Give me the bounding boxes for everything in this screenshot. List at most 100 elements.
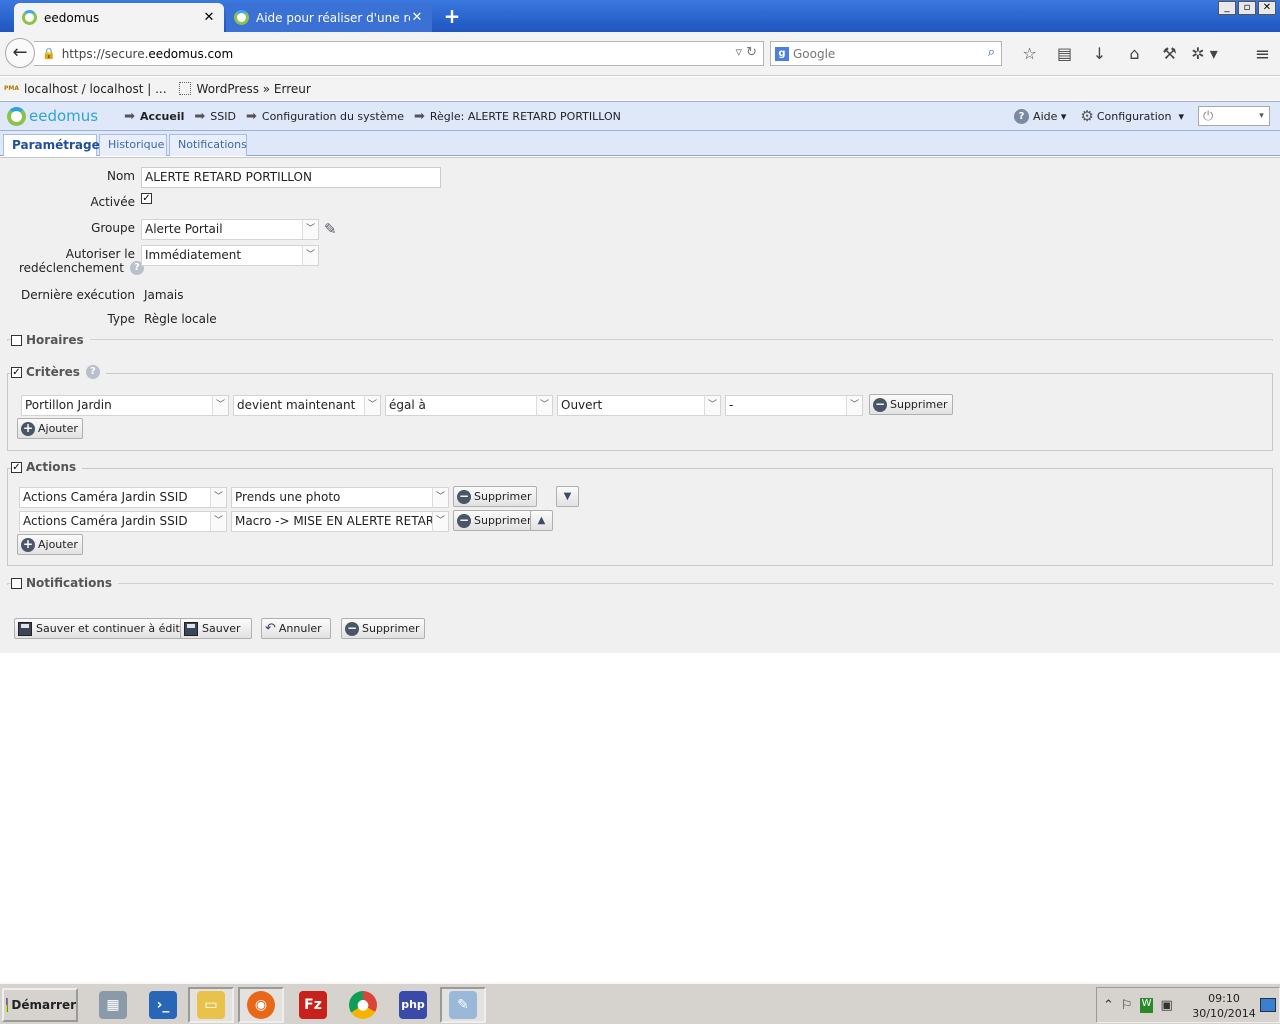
search-icon[interactable]: ⌕ xyxy=(988,45,995,60)
criteria-delete-button[interactable]: − Supprimer xyxy=(869,394,953,415)
criteres-legend[interactable]: ✓ Critères ? xyxy=(11,365,106,379)
cancel-button[interactable]: ↶ Annuler xyxy=(261,618,331,639)
search-input[interactable]: g Google ⌕ xyxy=(770,41,1002,66)
account-menu[interactable]: ⏻ ▾ xyxy=(1198,106,1270,126)
notifications-legend[interactable]: Notifications xyxy=(11,576,119,590)
flag-icon[interactable]: ⚐ xyxy=(1121,998,1133,1013)
activee-checkbox[interactable]: ✓ xyxy=(141,193,152,204)
taskbar-paint[interactable]: ✎ xyxy=(440,987,486,1023)
move-down-button[interactable]: ▼ xyxy=(556,486,579,507)
horaires-legend[interactable]: Horaires xyxy=(11,333,90,347)
close-window-button[interactable]: ✕ xyxy=(1258,1,1276,15)
notifications-checkbox[interactable] xyxy=(11,577,22,589)
tab-title: Aide pour réaliser d'une règle ... xyxy=(256,10,410,25)
help-menu[interactable]: ? Aide ▾ xyxy=(1014,108,1066,124)
browser-tab-eedomus[interactable]: eedomus ✕ xyxy=(14,3,224,32)
caret-down-icon: ▾ xyxy=(1259,111,1264,121)
filezilla-icon: Fz xyxy=(299,991,327,1019)
taskbar-phpdesigner[interactable]: php xyxy=(390,987,436,1023)
tab-historique[interactable]: Historique xyxy=(99,134,167,156)
tab-notifications[interactable]: Notifications xyxy=(169,134,247,156)
action-value: Prends une photo xyxy=(235,490,341,504)
minus-icon: − xyxy=(873,396,887,412)
criteria-operator-select[interactable]: égal à ﹀ xyxy=(385,395,553,416)
criteria-value-select[interactable]: Ouvert ﹀ xyxy=(557,395,721,416)
criteria-condition-select[interactable]: devient maintenant ﹀ xyxy=(233,395,381,416)
criteria-add-button[interactable]: + Ajouter xyxy=(17,418,83,439)
action-select-1[interactable]: Prends une photo ﹀ xyxy=(231,487,449,508)
save-continue-button[interactable]: Sauver et continuer à éditer xyxy=(14,618,197,639)
php-icon: php xyxy=(399,991,427,1019)
arrow-right-icon: ➡ xyxy=(413,108,425,124)
horaires-title: Horaires xyxy=(26,333,84,347)
browser-tab-aide[interactable]: Aide pour réaliser d'une règle ... ✕ xyxy=(226,3,432,32)
arrow-right-icon: ➡ xyxy=(124,108,135,124)
taskbar-explorer[interactable]: ▭ xyxy=(188,987,234,1023)
home-icon[interactable]: ⌂ xyxy=(1117,44,1152,63)
nom-input[interactable]: ALERTE RETARD PORTILLON xyxy=(141,167,441,188)
move-up-button[interactable]: ▲ xyxy=(530,510,553,531)
tab-parametrage[interactable]: Paramétrage xyxy=(3,134,100,156)
taskbar-filezilla[interactable]: Fz xyxy=(290,987,336,1023)
app-tray-icon[interactable]: W xyxy=(1139,997,1154,1013)
breadcrumb-ssid[interactable]: ➡ SSID xyxy=(194,109,236,124)
action-select-2[interactable]: Macro -> MISE EN ALERTE RETARD ﹀ xyxy=(231,511,449,532)
redeclenchement-value: Immédiatement xyxy=(145,248,242,262)
action-device-select-1[interactable]: Actions Caméra Jardin SSID ﹀ xyxy=(19,487,227,508)
bookmark-phpmyadmin[interactable]: PMA localhost / localhost | ... xyxy=(4,81,167,97)
redeclenchement-select[interactable]: Immédiatement ﹀ xyxy=(141,245,319,266)
download-icon[interactable]: ↓ xyxy=(1082,44,1117,63)
actions-checkbox[interactable]: ✓ xyxy=(11,461,22,473)
eedomus-logo[interactable]: eedomus xyxy=(7,106,98,126)
extension-icon[interactable]: ✲ ▾ xyxy=(1187,44,1222,63)
horaires-checkbox[interactable] xyxy=(11,334,22,346)
action-delete-button-1[interactable]: − Supprimer xyxy=(453,486,537,507)
save-button[interactable]: Sauver xyxy=(180,618,252,639)
breadcrumb-accueil[interactable]: ➡ Accueil xyxy=(124,109,184,124)
pencil-icon[interactable]: ✎ xyxy=(324,220,337,238)
start-button[interactable]: Démarrer xyxy=(2,988,78,1022)
configuration-menu[interactable]: ⚙ Configuration ▾ xyxy=(1080,107,1184,125)
page-icon xyxy=(178,82,191,95)
taskbar-firefox[interactable]: ◉ xyxy=(238,987,284,1023)
bookmarks-list-icon[interactable]: ▤ xyxy=(1047,44,1082,63)
derniere-execution-label: Dernière exécution xyxy=(20,288,135,302)
criteria-device-select[interactable]: Portillon Jardin ﹀ xyxy=(21,395,229,416)
breadcrumb-label: Règle: ALERTE RETARD PORTILLON xyxy=(429,109,621,123)
notifications-title: Notifications xyxy=(26,576,113,590)
criteres-checkbox[interactable]: ✓ xyxy=(11,366,22,378)
bookmark-wordpress[interactable]: WordPress » Erreur xyxy=(178,82,311,96)
taskbar-server-manager[interactable]: ▦ xyxy=(90,987,136,1023)
taskbar-powershell[interactable]: ›_ xyxy=(140,987,186,1023)
new-tab-button[interactable]: + xyxy=(440,5,464,27)
taskbar-clock[interactable]: 09:10 30/10/2014 xyxy=(1189,991,1259,1021)
close-icon[interactable]: ✕ xyxy=(410,10,424,25)
back-button[interactable]: ← xyxy=(5,38,35,68)
menu-icon[interactable]: ≡ xyxy=(1255,44,1270,65)
actions-legend[interactable]: ✓ Actions xyxy=(11,460,83,474)
caret-down-icon: ▾ xyxy=(1171,109,1184,123)
groupe-select[interactable]: Alerte Portail ﹀ xyxy=(141,219,319,240)
url-bar[interactable]: 🔒 https://secure. eedomus.com ▿ ↻ xyxy=(34,41,764,66)
show-desktop-icon[interactable] xyxy=(1260,998,1276,1012)
help-icon[interactable]: ? xyxy=(85,365,100,379)
criteria-extra-select[interactable]: - ﹀ xyxy=(725,395,863,416)
taskbar-chrome[interactable]: ● xyxy=(340,987,386,1023)
maximize-button[interactable]: ▫ xyxy=(1238,1,1256,15)
delete-rule-button[interactable]: − Supprimer xyxy=(341,618,425,639)
reload-icon[interactable]: ▿ ↻ xyxy=(735,45,757,60)
minimize-button[interactable]: _ xyxy=(1218,1,1236,15)
hammer-icon[interactable]: ⚒ xyxy=(1152,44,1187,63)
network-icon[interactable]: ▣ xyxy=(1160,998,1172,1013)
tray-expand-icon[interactable]: ⌃ xyxy=(1103,998,1114,1013)
chevron-down-icon: ﹀ xyxy=(432,512,448,531)
action-device-select-2[interactable]: Actions Caméra Jardin SSID ﹀ xyxy=(19,511,227,532)
button-label: Supprimer xyxy=(474,514,532,527)
chevron-down-icon: ﹀ xyxy=(536,396,552,415)
groupe-value: Alerte Portail xyxy=(145,222,223,236)
action-add-button[interactable]: + Ajouter xyxy=(17,534,83,555)
bookmark-star-icon[interactable]: ☆ xyxy=(1012,44,1047,63)
action-delete-button-2[interactable]: − Supprimer xyxy=(453,510,537,531)
close-icon[interactable]: ✕ xyxy=(202,10,216,25)
breadcrumb-configuration[interactable]: ➡ Configuration du système xyxy=(246,109,404,124)
